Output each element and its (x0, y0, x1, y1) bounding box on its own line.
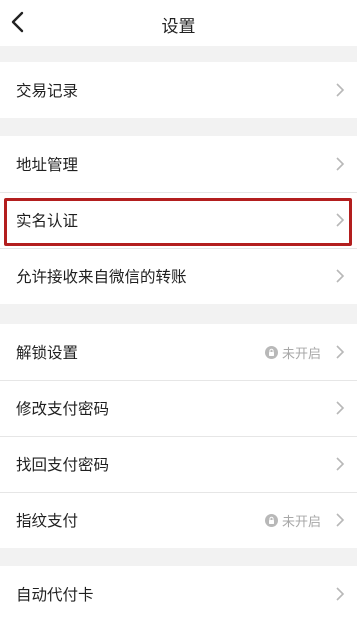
unlock-settings-item[interactable]: 解锁设置 未开启 (0, 324, 357, 380)
item-label: 找回支付密码 (16, 456, 110, 474)
settings-group-cards: 自动代付卡 (0, 566, 357, 622)
settings-group-transactions: 交易记录 (0, 62, 357, 118)
item-label: 实名认证 (16, 212, 79, 230)
chevron-right-icon (336, 213, 345, 227)
real-name-verification-item[interactable]: 实名认证 (0, 192, 357, 248)
item-label: 允许接收来自微信的转账 (16, 268, 187, 286)
settings-group-account: 地址管理 实名认证 允许接收来自微信的转账 (0, 136, 357, 304)
chevron-right-icon (336, 345, 345, 359)
item-label: 自动代付卡 (16, 586, 94, 604)
status-text: 未开启 (281, 514, 321, 530)
lock-icon (264, 345, 278, 359)
status-badge: 未开启 (264, 343, 321, 362)
status-badge: 未开启 (264, 511, 321, 530)
item-label: 指纹支付 (16, 512, 79, 530)
status-text: 未开启 (281, 346, 321, 362)
chevron-right-icon (336, 157, 345, 171)
address-management-item[interactable]: 地址管理 (0, 136, 357, 192)
item-label: 地址管理 (16, 156, 79, 174)
change-payment-password-item[interactable]: 修改支付密码 (0, 380, 357, 436)
allow-wechat-transfer-item[interactable]: 允许接收来自微信的转账 (0, 248, 357, 304)
retrieve-payment-password-item[interactable]: 找回支付密码 (0, 436, 357, 492)
chevron-right-icon (336, 457, 345, 471)
transaction-records-item[interactable]: 交易记录 (0, 62, 357, 118)
chevron-right-icon (336, 513, 345, 527)
settings-group-security: 解锁设置 未开启 修改支付密码 找回支付密码 指纹支付 未开启 (0, 324, 357, 548)
chevron-right-icon (336, 401, 345, 415)
chevron-right-icon (336, 269, 345, 283)
navigation-bar: 设置 (0, 0, 357, 46)
item-label: 解锁设置 (16, 344, 79, 362)
page-title: 设置 (161, 17, 196, 37)
lock-icon (264, 513, 278, 527)
item-label: 交易记录 (16, 82, 79, 100)
auto-payment-card-item[interactable]: 自动代付卡 (0, 566, 357, 622)
fingerprint-payment-item[interactable]: 指纹支付 未开启 (0, 492, 357, 548)
chevron-right-icon (336, 83, 345, 97)
item-label: 修改支付密码 (16, 400, 110, 418)
